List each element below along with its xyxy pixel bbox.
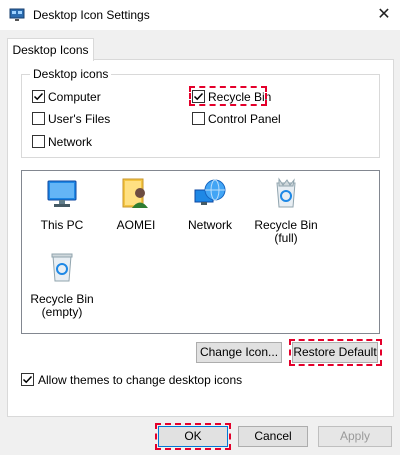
allow-themes-label: Allow themes to change desktop icons (38, 373, 243, 387)
tab-desktop-icons[interactable]: Desktop Icons (7, 38, 94, 61)
apply-button[interactable]: Apply (318, 426, 392, 447)
list-item-network[interactable]: Network (172, 176, 248, 232)
item-label: This PC (40, 218, 84, 232)
network-label: Network (48, 135, 93, 149)
close-icon[interactable]: ✕ (372, 4, 396, 26)
change-icon-button[interactable]: Change Icon... (196, 342, 282, 363)
recycle-bin-checkbox[interactable] (192, 90, 205, 103)
users-files-label: User's Files (48, 112, 111, 126)
control-panel-label: Control Panel (208, 112, 281, 126)
list-item-aomei[interactable]: AOMEI (98, 176, 174, 232)
group-legend: Desktop icons (30, 67, 112, 81)
user-folder-icon (122, 178, 148, 208)
checkmark-icon (33, 92, 44, 101)
display-settings-icon (9, 8, 25, 21)
ok-button[interactable]: OK (158, 426, 228, 447)
recycle-bin-empty-icon (51, 253, 73, 282)
restore-default-button[interactable]: Restore Default (292, 342, 378, 363)
network-checkbox[interactable] (32, 135, 45, 148)
item-label: Network (187, 218, 232, 232)
cancel-button[interactable]: Cancel (238, 426, 308, 447)
control-panel-checkbox[interactable] (192, 112, 205, 125)
monitor-icon (47, 180, 77, 207)
computer-checkbox[interactable] (32, 90, 45, 103)
list-item-recycle-bin-empty[interactable]: Recycle Bin (empty) (24, 250, 100, 319)
computer-label: Computer (48, 90, 101, 104)
item-label: Recycle Bin (full) (254, 218, 318, 245)
checkmark-icon (22, 375, 33, 384)
list-item-recycle-bin-full[interactable]: Recycle Bin (full) (248, 176, 324, 245)
allow-themes-checkbox[interactable] (21, 373, 34, 386)
users-files-checkbox[interactable] (32, 112, 45, 125)
item-label: Recycle Bin (empty) (30, 292, 94, 319)
list-item-this-pc[interactable]: This PC (24, 176, 100, 232)
recycle-bin-full-icon (276, 177, 296, 208)
title-bar: Desktop Icon Settings ✕ (0, 0, 400, 30)
recycle-bin-label: Recycle Bin (208, 90, 272, 104)
checkmark-icon (193, 92, 204, 101)
item-label: AOMEI (116, 218, 156, 232)
network-globe-icon (194, 179, 226, 205)
window-title: Desktop Icon Settings (33, 8, 150, 22)
